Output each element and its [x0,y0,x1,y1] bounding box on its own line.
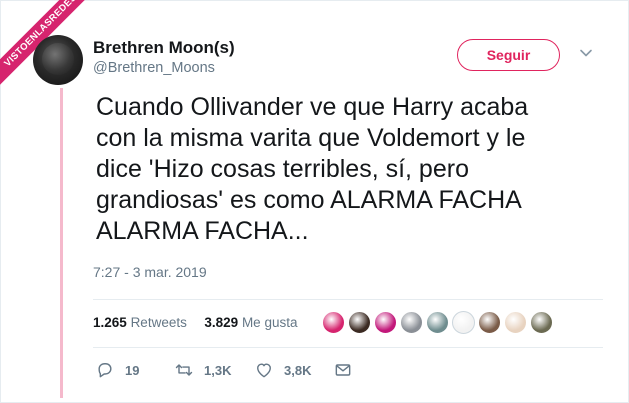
tweet-text: Cuando Ollivander ve que Harry acaba con… [96,93,529,245]
follow-button[interactable]: Seguir [457,39,560,71]
retweet-count: 1,3K [204,362,232,378]
avatar-olive-photo[interactable] [530,311,553,334]
avatar-pink-circle[interactable] [322,311,345,334]
engagement-stats: 1.265 Retweets 3.829 Me gusta [93,315,297,330]
stats-top-divider [93,299,603,300]
author-display-name[interactable]: Brethren Moon(s) [93,38,235,58]
avatar-brown-photo[interactable] [478,311,501,334]
tweet-timestamp[interactable]: 7:27 - 3 mar. 2019 [93,264,207,280]
envelope-icon [335,364,351,376]
retweet-icon [175,364,193,376]
likes-label[interactable]: Me gusta [242,315,298,330]
direct-message-button[interactable] [333,359,353,381]
chevron-down-icon[interactable] [578,45,594,61]
avatar-teal-photo[interactable] [426,311,449,334]
watermark-side-bar [60,88,63,398]
reply-icon [98,363,112,378]
retweet-button[interactable]: 1,3K [174,359,231,381]
like-button[interactable]: 3,8K [254,359,311,381]
avatar-gray-photo[interactable] [400,311,423,334]
avatar-dark-photo[interactable] [348,311,371,334]
avatar-anime[interactable] [504,311,527,334]
reply-button[interactable]: 19 [95,359,139,381]
retweets-label[interactable]: Retweets [131,315,187,330]
author-handle[interactable]: @Brethren_Moons [93,60,215,76]
retweets-count[interactable]: 1.265 [93,315,127,330]
avatar-music-note[interactable] [452,311,475,334]
likes-count[interactable]: 3.829 [204,315,238,330]
stats-bottom-divider [93,347,603,348]
author-avatar[interactable] [33,35,83,85]
avatar-magenta-circle[interactable] [374,311,397,334]
heart-icon [257,363,271,378]
like-count: 3,8K [284,362,312,378]
reply-count: 19 [125,362,140,378]
